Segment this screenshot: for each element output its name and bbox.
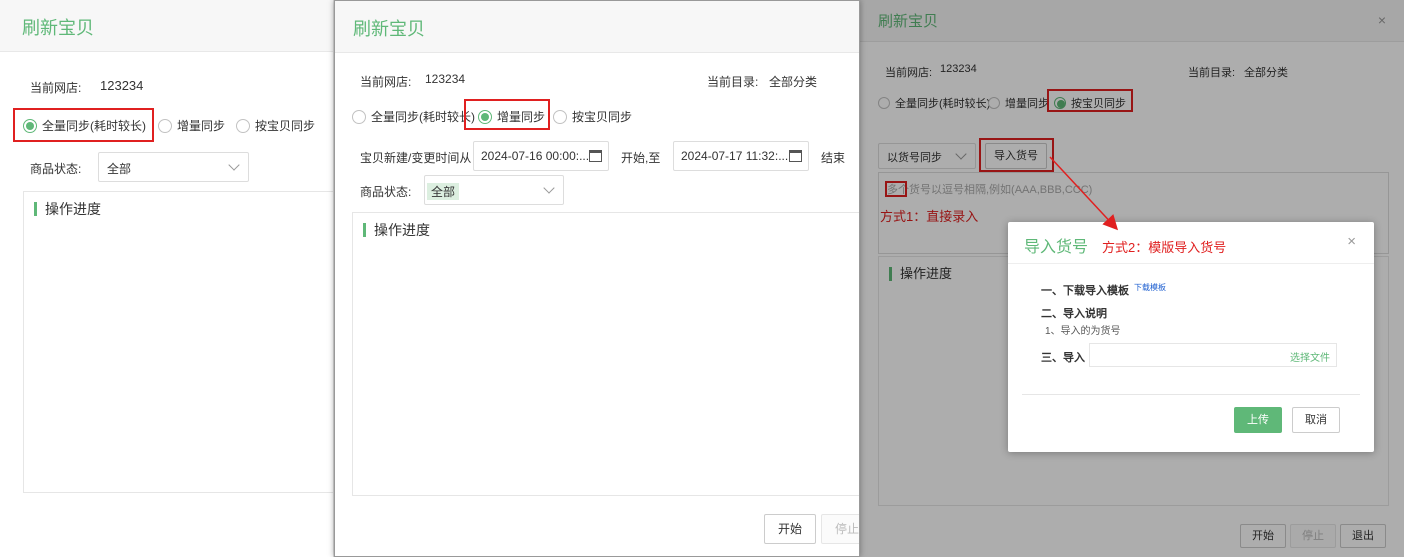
- progress-title: 操作进度: [34, 202, 101, 216]
- radio-full-sync[interactable]: 全量同步(耗时较长): [23, 117, 146, 134]
- calendar-icon: [789, 150, 802, 162]
- status-label: 商品状态:: [360, 185, 412, 199]
- panel-title: 刷新宝贝: [22, 18, 94, 38]
- refresh-items-panel-incremental-sync: 刷新宝贝 当前网店: 123234 当前目录: 全部分类 全量同步(耗时较长) …: [334, 0, 860, 557]
- end-date-value: 2024-07-17 11:32:...: [681, 149, 789, 163]
- radio-selected-icon: [478, 109, 492, 124]
- progress-title: 操作进度: [363, 223, 430, 237]
- refresh-items-panel-full-sync: 刷新宝贝 当前网店: 123234 全量同步(耗时较长) 增量同步 按宝贝同步 …: [0, 0, 334, 557]
- start-date-value: 2024-07-16 00:00:...: [481, 149, 590, 163]
- status-select-value: 全部: [107, 162, 132, 176]
- radio-unselected-icon: [352, 109, 366, 124]
- time-from-label: 宝贝新建/变更时间从: [360, 151, 472, 165]
- annotation-arrow-icon: [1049, 156, 1119, 231]
- shop-value: 123234: [425, 72, 466, 86]
- panel-title: 刷新宝贝: [353, 19, 425, 39]
- radio-incremental-sync-label: 增量同步: [177, 119, 226, 133]
- stop-button[interactable]: 停止: [821, 514, 859, 544]
- radio-full-sync-label: 全量同步(耗时较长): [42, 119, 146, 133]
- shop-label: 当前网店:: [360, 75, 412, 89]
- status-select-value: 全部: [427, 183, 460, 200]
- status-select[interactable]: 全部: [424, 175, 564, 205]
- start-button[interactable]: 开始: [764, 514, 816, 544]
- chevron-down-icon: [228, 159, 240, 171]
- radio-incremental-sync[interactable]: 增量同步: [158, 117, 225, 134]
- radio-full-sync-label: 全量同步(耗时较长): [371, 110, 475, 124]
- radio-by-item-sync-label: 按宝贝同步: [255, 119, 316, 133]
- panel-header: 刷新宝贝: [335, 1, 859, 53]
- refresh-items-panel-by-item-sync: 刷新宝贝 × 当前网店: 123234 当前目录: 全部分类 全量同步(耗时较长…: [860, 0, 1404, 557]
- radio-incremental-sync-label: 增量同步: [497, 110, 546, 124]
- category-value: 全部分类: [769, 75, 818, 89]
- panel-header: 刷新宝贝: [0, 0, 333, 52]
- progress-area: 操作进度: [23, 191, 333, 493]
- progress-area: 操作进度: [352, 212, 859, 496]
- radio-incremental-sync[interactable]: 增量同步: [478, 108, 545, 125]
- radio-unselected-icon: [158, 118, 172, 133]
- shop-value: 123234: [100, 78, 144, 93]
- status-select[interactable]: 全部: [98, 152, 249, 182]
- radio-by-item-sync[interactable]: 按宝贝同步: [236, 117, 315, 134]
- radio-unselected-icon: [236, 118, 250, 133]
- category-label: 当前目录:: [707, 75, 759, 89]
- time-start-suffix: 开始,至: [621, 151, 661, 165]
- chevron-down-icon: [543, 182, 555, 194]
- start-date-input[interactable]: 2024-07-16 00:00:...: [473, 141, 609, 171]
- status-label: 商品状态:: [30, 162, 82, 176]
- radio-unselected-icon: [553, 109, 567, 124]
- radio-by-item-sync[interactable]: 按宝贝同步: [553, 108, 632, 125]
- radio-by-item-sync-label: 按宝贝同步: [572, 110, 633, 124]
- radio-selected-icon: [23, 118, 37, 133]
- calendar-icon: [589, 150, 602, 162]
- radio-full-sync[interactable]: 全量同步(耗时较长): [352, 108, 475, 125]
- shop-label: 当前网店:: [30, 81, 82, 95]
- time-end-suffix: 结束: [821, 151, 846, 165]
- end-date-input[interactable]: 2024-07-17 11:32:...: [673, 141, 809, 171]
